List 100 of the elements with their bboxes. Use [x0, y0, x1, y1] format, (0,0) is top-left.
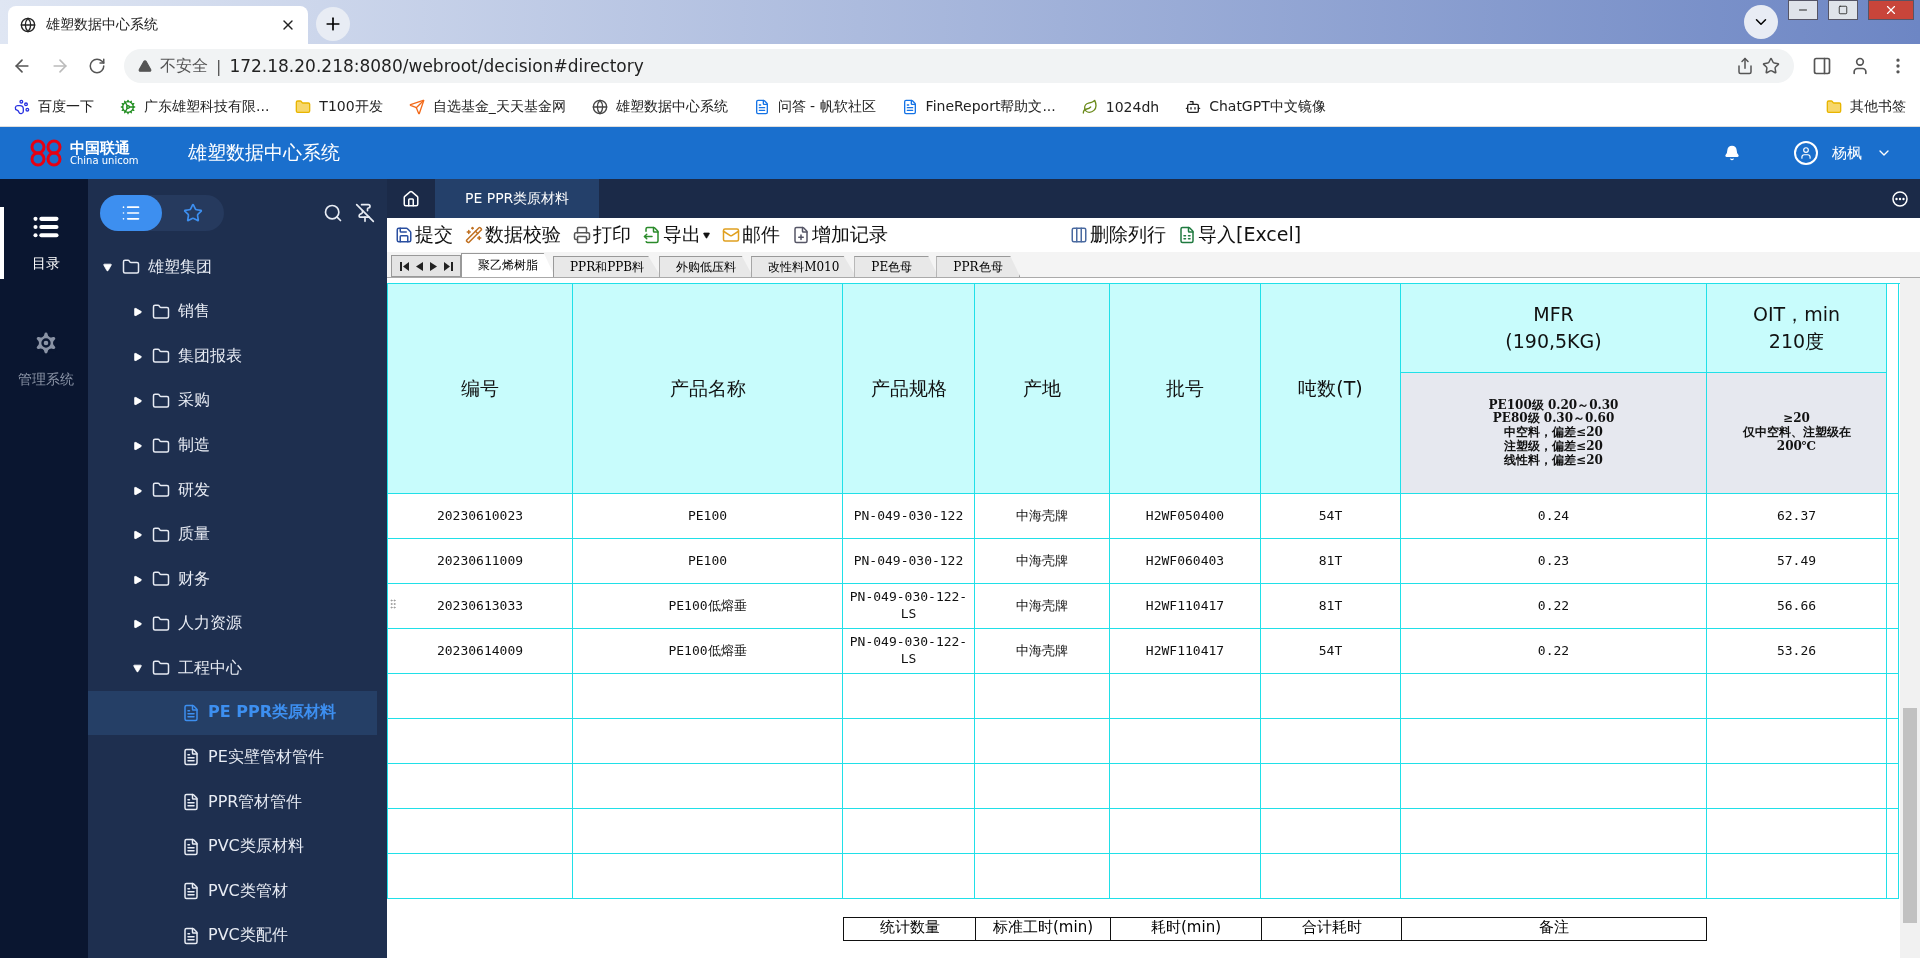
tree-item[interactable]: PVC类原材料 [88, 824, 377, 869]
warning-icon [138, 59, 152, 73]
sheet-navigation[interactable] [391, 255, 461, 277]
toolbar-button[interactable]: 数据校验 [459, 222, 567, 248]
list-view-toggle[interactable] [100, 195, 162, 231]
unpin-icon[interactable] [355, 203, 375, 223]
summary-header: 耗时(min) [1110, 917, 1261, 941]
logo-subtext: China unicom [70, 155, 139, 166]
tree-item[interactable]: 制造 [88, 423, 377, 468]
tree-item[interactable]: 质量 [88, 512, 377, 557]
previous-page-icon[interactable] [415, 261, 423, 271]
table-cell [1887, 629, 1899, 674]
bookmark-link[interactable]: 1024dh [1081, 99, 1160, 115]
export-icon [643, 226, 661, 244]
sheet-tab[interactable]: PPR和PPB料 [553, 256, 662, 277]
wand-icon [465, 226, 483, 244]
tree-item[interactable]: 工程中心 [88, 646, 377, 691]
table-cell: 20230611009 [388, 539, 573, 584]
first-page-icon[interactable] [399, 261, 409, 271]
scrollbar-thumb[interactable] [1903, 708, 1917, 923]
table-cell: 20230613033 [388, 584, 573, 629]
next-page-icon[interactable] [429, 261, 437, 271]
profile-icon[interactable] [1850, 56, 1870, 76]
table-cell: H2WF060403 [1110, 539, 1261, 584]
table-cell [1887, 854, 1899, 899]
maximize-button[interactable] [1828, 0, 1858, 20]
bookmark-link[interactable]: 问答 - 帆软社区 [753, 98, 876, 116]
tree-item[interactable]: 研发 [88, 467, 377, 513]
toolbar-button[interactable]: 邮件 [716, 222, 786, 248]
share-icon[interactable] [1736, 57, 1754, 75]
scrollbar[interactable] [1900, 278, 1920, 958]
table-cell: PN-049-030-122-LS [843, 629, 975, 674]
mail-icon [722, 226, 740, 244]
browser-tab[interactable]: 雄塑数据中心系统 [8, 6, 308, 44]
folder-icon [152, 436, 170, 455]
column-header: 产品规格 [843, 284, 975, 494]
table-cell: 54T [1261, 494, 1401, 539]
sheet-tab[interactable]: 聚乙烯树脂 [461, 253, 555, 277]
sheet-tab[interactable]: PE色母 [854, 256, 939, 277]
bookmark-star-icon[interactable] [1762, 57, 1780, 75]
tree-item[interactable]: PE实壁管材管件 [88, 735, 377, 780]
drag-handle-icon[interactable] [387, 598, 399, 610]
sheet-tab[interactable]: PPR色母 [936, 256, 1021, 277]
bookmark-link[interactable]: 其他书签 [1826, 98, 1906, 116]
folder-icon [152, 525, 170, 544]
toolbar-button[interactable]: 导入[Excel] [1172, 222, 1308, 248]
globe-icon [20, 17, 36, 33]
rail-item[interactable]: 管理系统 [0, 323, 88, 395]
tree-item[interactable]: 雄塑集团 [88, 245, 377, 290]
table-cell: 中海壳牌 [975, 584, 1110, 629]
toolbar-button[interactable]: 导出 [637, 222, 716, 248]
toolbar-button[interactable]: 删除列行 [1064, 222, 1172, 248]
search-icon[interactable] [323, 203, 343, 223]
reload-icon[interactable] [88, 57, 106, 75]
table-cell: H2WF050400 [1110, 494, 1261, 539]
avatar-icon[interactable] [1794, 141, 1818, 165]
caret-icon [133, 307, 143, 317]
bookmark-link[interactable]: 自选基金_天天基金网 [408, 98, 566, 116]
minimize-button[interactable] [1788, 0, 1818, 20]
sheet-tab[interactable]: 外购低压料 [659, 256, 754, 277]
bookmark-link[interactable]: 广东雄塑科技有限... [120, 98, 270, 116]
bookmark-link[interactable]: 雄塑数据中心系统 [591, 98, 728, 116]
tree-item[interactable]: 销售 [88, 289, 377, 335]
tree-item[interactable]: 集团报表 [88, 334, 377, 379]
tree-item[interactable]: 人力资源 [88, 601, 377, 647]
logo-icon [28, 138, 64, 168]
sheet-tab[interactable]: 改性料M010 [751, 256, 857, 277]
more-icon [1892, 190, 1908, 207]
bookmark-link[interactable]: 百度一下 [14, 98, 94, 116]
bookmark-link[interactable]: FineReport帮助文... [901, 98, 1056, 116]
table-cell: H2WF110417 [1110, 629, 1261, 674]
bookmark-link[interactable]: T100开发 [295, 98, 383, 116]
folder-icon [1826, 99, 1842, 115]
last-page-icon[interactable] [443, 261, 453, 271]
user-name[interactable]: 杨枫 [1832, 143, 1862, 163]
summary-header: 统计数量 [843, 917, 975, 941]
summary-header: 标准工时(min) [975, 917, 1110, 941]
toolbar-button[interactable]: 打印 [567, 222, 637, 248]
caret-icon [133, 663, 143, 673]
tab-search-button[interactable] [1744, 5, 1778, 39]
toolbar-button[interactable]: 增加记录 [786, 222, 894, 248]
save-icon [395, 226, 413, 244]
security-label: 不安全 [160, 55, 208, 77]
tree-item[interactable]: PPR管材管件 [88, 779, 377, 825]
address-bar[interactable]: 不安全 | 172.18.20.218:8080/webroot/decision#directory [124, 49, 1794, 83]
bell-icon[interactable] [1724, 145, 1740, 161]
tree-item[interactable]: 采购 [88, 378, 377, 424]
app-title: 雄塑数据中心系统 [188, 140, 340, 165]
close-button[interactable] [1868, 0, 1914, 20]
content-tab[interactable]: PE PPR类原材料 [435, 179, 600, 218]
side-panel-icon[interactable] [1812, 56, 1832, 76]
bookmark-link[interactable]: ChatGPT中文镜像 [1185, 98, 1326, 116]
tree-item[interactable]: 财务 [88, 556, 377, 602]
new-tab-button[interactable] [316, 7, 350, 41]
toolbar-button[interactable]: 提交 [389, 222, 459, 248]
separator: | [216, 56, 222, 76]
tree-item[interactable]: PVC类配件 [88, 913, 377, 958]
list-icon [121, 203, 141, 223]
tree-item[interactable]: PVC类管材 [88, 868, 377, 914]
table-cell: 54T [1261, 629, 1401, 674]
